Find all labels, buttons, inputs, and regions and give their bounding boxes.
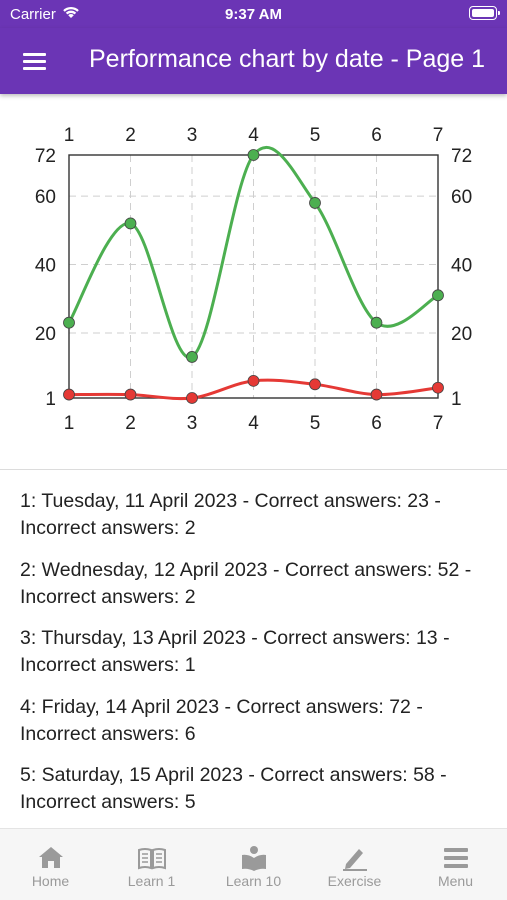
battery-icon [469,6,500,20]
tab-label-exercise: Exercise [327,873,382,889]
x-tick-label-top: 2 [125,125,136,146]
entry-line-2: Incorrect answers: 2 [20,517,196,539]
list-item: 3: Thursday, 13 April 2023 - Correct ans… [20,625,495,679]
tab-label-home: Home [31,873,70,889]
list-item: 5: Saturday, 15 April 2023 - Correct ans… [20,762,495,816]
y-tick-label-right: 40 [451,256,472,277]
data-point [124,388,137,401]
data-point [309,378,321,391]
home-icon [39,847,63,868]
hamburger-menu-button[interactable] [16,46,52,76]
x-tick-label-bottom: 5 [310,413,321,434]
status-bar: Carrier 9:37 AM [0,0,507,28]
tab-home[interactable]: Home [0,829,101,900]
data-point [63,388,75,401]
x-tick-label-bottom: 3 [187,413,198,434]
list-item: 4: Friday, 14 April 2023 - Correct answe… [20,694,495,748]
app-bar: Performance chart by date - Page 1 [0,28,507,94]
list-item: 1: Tuesday, 11 April 2023 - Correct answ… [20,488,495,542]
entry-line-1: 3: Thursday, 13 April 2023 - Correct ans… [20,627,450,649]
performance-chart: 1 1 2 2 3 3 4 4 5 5 6 6 7 7 1 1 20 20 40 40 60 60 72 72 [0,94,507,470]
x-tick-label-top: 4 [248,125,259,146]
x-tick-label-bottom: 7 [433,413,444,434]
y-tick-label-right: 1 [451,389,462,410]
x-tick-label-top: 7 [433,125,444,146]
data-point [370,388,383,401]
tab-label-menu: Menu [437,873,474,889]
page-title: Performance chart by date - Page 1 [89,45,486,73]
data-point [247,149,260,161]
x-tick-label-bottom: 2 [125,413,136,434]
entry-line-2: Incorrect answers: 5 [20,791,196,813]
data-point [247,374,260,387]
date-entries-list: 1: Tuesday, 11 April 2023 - Correct answ… [0,470,507,828]
y-tick-label-left: 60 [35,187,56,208]
entry-line-1: 4: Friday, 14 April 2023 - Correct answe… [20,696,423,718]
x-tick-label-bottom: 1 [64,413,75,434]
entry-line-2: Incorrect answers: 6 [20,723,196,745]
tab-label-learn-1: Learn 1 [127,873,176,889]
y-tick-label-left: 72 [35,146,56,167]
reader-icon [242,846,266,871]
y-tick-label-left: 20 [35,324,56,345]
book-icon [138,848,166,870]
performance-chart-svg: 112233445566771 120 2040 4060 6072 72 [35,125,472,434]
x-tick-label-top: 6 [371,125,382,146]
y-tick-label-right: 60 [451,187,472,208]
data-point [432,381,444,394]
tab-learn-10[interactable]: Learn 10 [203,829,304,900]
x-tick-label-top: 3 [187,125,198,146]
y-tick-label-left: 40 [35,256,56,277]
data-point [186,351,198,363]
data-point [370,316,383,329]
x-tick-label-bottom: 4 [248,413,259,434]
pencil-icon [343,849,367,871]
entry-line-1: 5: Saturday, 15 April 2023 - Correct ans… [20,764,447,786]
menu-icon [444,848,468,868]
entry-line-1: 1: Tuesday, 11 April 2023 - Correct answ… [20,490,441,512]
data-point [63,316,75,329]
list-item: 2: Wednesday, 12 April 2023 - Correct an… [20,557,495,611]
tab-learn-1[interactable]: Learn 1 [101,829,202,900]
y-tick-label-left: 1 [45,389,56,410]
data-point [309,197,321,209]
x-tick-label-top: 5 [310,125,321,146]
entry-line-2: Incorrect answers: 1 [20,654,196,676]
status-time: 9:37 AM [225,6,282,23]
y-tick-label-right: 20 [451,324,472,345]
tab-label-learn-10: Learn 10 [225,873,282,889]
data-point [186,392,198,404]
x-tick-label-top: 1 [64,125,75,146]
data-point [432,289,444,302]
tab-exercise[interactable]: Exercise [304,829,405,900]
y-tick-label-right: 72 [451,146,472,167]
bottom-tab-bar: Home Learn 1 Learn 10 Exercise Menu [0,828,507,900]
data-point [124,217,137,230]
x-tick-label-bottom: 6 [371,413,382,434]
tab-menu[interactable]: Menu [405,829,506,900]
entry-line-1: 2: Wednesday, 12 April 2023 - Correct an… [20,559,472,581]
entry-line-2: Incorrect answers: 2 [20,586,196,608]
